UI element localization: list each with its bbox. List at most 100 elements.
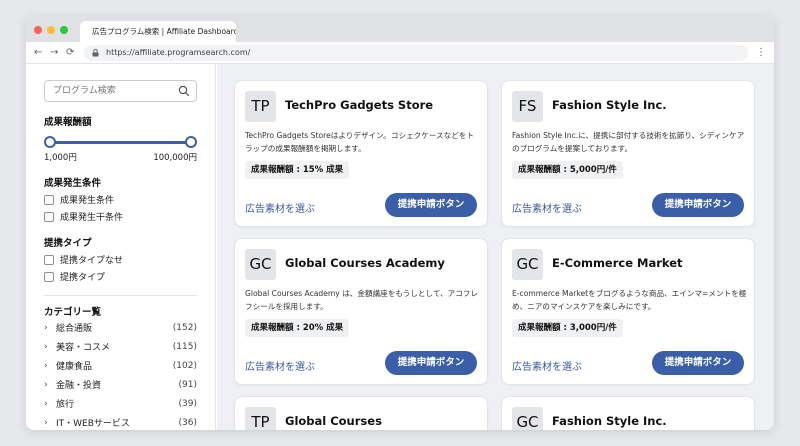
program-name[interactable]: TechPro Gadgets Store (285, 98, 433, 112)
program-card[interactable]: FS Fashion Style Inc. Fashion Style Inc.… (501, 80, 755, 227)
reward-badge: 成果報酬額 : 20% 成果 (245, 319, 350, 337)
checkbox[interactable] (44, 254, 54, 265)
type-checkbox-1[interactable]: 提携タイプなせ (44, 253, 197, 266)
address-bar[interactable]: https://affiliate.programsearch.com/ (84, 45, 748, 61)
program-card[interactable]: GC Global Courses Academy Global Courses… (234, 238, 488, 385)
program-logo: FS (512, 91, 543, 122)
apply-partnership-button[interactable]: 提携申請ボタン (385, 193, 477, 217)
browser-tab[interactable]: 広告プログラム検索 | Affiliate Dashboard (80, 21, 236, 42)
tab-strip: 広告プログラム検索 | Affiliate Dashboard (26, 16, 774, 42)
chevron-right-icon: › (44, 379, 48, 390)
category-item[interactable]: › 金融・投資 (91) (44, 375, 197, 394)
category-label: IT・WEBサービス (56, 419, 130, 429)
category-count: (152) (172, 322, 197, 333)
reward-badge: 成果報酬額 : 3,000円/件 (512, 319, 623, 337)
select-material-link[interactable]: 広告素材を選ぶ (245, 358, 315, 373)
program-logo: GC (245, 249, 276, 280)
select-material-link[interactable]: 広告素材を選ぶ (512, 358, 582, 373)
apply-partnership-button[interactable]: 提携申請ボタン (385, 351, 477, 375)
reload-icon[interactable]: ⟳ (66, 46, 74, 60)
search-icon[interactable] (178, 85, 190, 97)
chevron-right-icon: › (44, 322, 48, 333)
slider-max-handle[interactable] (185, 136, 197, 148)
apply-partnership-button[interactable]: 提携申請ボタン (652, 193, 744, 217)
category-list-title: カテゴリー覧 (44, 307, 102, 318)
reward-range-labels: 1,000円 100,000円 (44, 151, 197, 163)
reward-range-slider[interactable] (44, 135, 197, 149)
program-description: Fashion Style Inc.に、提携に部付する技術を拡節り、シディンケア… (512, 131, 745, 153)
minimize-window-button[interactable] (47, 26, 55, 34)
program-logo: GC (512, 407, 543, 430)
reward-badge: 成果報酬額 : 15% 成果 (245, 161, 350, 179)
filter-sidebar: プログラム検索 成果報酬額 1,000円 100,000円 成果発生条件 成果発… (26, 64, 216, 430)
program-name[interactable]: Global Courses Academy (285, 256, 445, 270)
browser-menu-icon[interactable]: ⋮ (756, 46, 766, 60)
category-count: (39) (178, 398, 197, 409)
select-material-link[interactable]: 広告素材を選ぶ (245, 200, 315, 215)
checkbox-label: 成果発生干条件 (60, 213, 124, 223)
category-count: (115) (172, 341, 197, 352)
category-count: (91) (178, 379, 197, 390)
program-search-input[interactable]: プログラム検索 (44, 80, 197, 102)
category-item[interactable]: › 健康食品 (102) (44, 356, 197, 375)
category-item[interactable]: › 旅行 (39) (44, 394, 197, 413)
checkbox[interactable] (44, 211, 54, 222)
category-list: › 総合通販 (152) › 美容・コスメ (115) › 健康食品 (102)… (44, 318, 197, 430)
program-card[interactable]: GC E-Commerce Market E-commerce Marketをブ… (501, 238, 755, 385)
checkbox-label: 提携タイプなせ (60, 256, 124, 266)
program-name[interactable]: Fashion Style Inc. (552, 414, 667, 428)
program-card[interactable]: GC Fashion Style Inc. (501, 396, 755, 430)
maximize-window-button[interactable] (60, 26, 68, 34)
type-filter-title: 提携タイプ (44, 238, 92, 249)
apply-partnership-button[interactable]: 提携申請ボタン (652, 351, 744, 375)
sidebar-divider (44, 295, 197, 296)
checkbox-label: 成果発生条件 (60, 196, 115, 206)
back-arrow-icon[interactable]: ← (34, 46, 42, 60)
forward-arrow-icon[interactable]: → (50, 46, 58, 60)
category-label: 金融・投資 (56, 381, 102, 391)
lock-icon (92, 49, 99, 57)
close-window-button[interactable] (34, 26, 42, 34)
browser-toolbar: ← → ⟳ https://affiliate.programsearch.co… (26, 42, 774, 64)
program-logo: TP (245, 407, 276, 430)
category-count: (102) (172, 360, 197, 371)
condition-checkbox-2[interactable]: 成果発生干条件 (44, 210, 197, 223)
condition-checkbox-1[interactable]: 成果発生条件 (44, 193, 197, 206)
program-grid: TP TechPro Gadgets Store TechPro Gadgets… (217, 64, 774, 430)
category-label: 旅行 (56, 400, 75, 410)
url-text: https://affiliate.programsearch.com/ (106, 48, 251, 57)
checkbox[interactable] (44, 271, 54, 282)
reward-badge: 成果報酬額 : 5,000円/件 (512, 161, 623, 179)
chevron-right-icon: › (44, 417, 48, 428)
chevron-right-icon: › (44, 398, 48, 409)
program-logo: TP (245, 91, 276, 122)
category-item[interactable]: › 総合通販 (152) (44, 318, 197, 337)
program-logo: GC (512, 249, 543, 280)
program-description: Global Courses Academy は、金額講座をもうしとして、アコフ… (245, 289, 479, 311)
browser-window: 広告プログラム検索 | Affiliate Dashboard ← → ⟳ ht… (26, 16, 774, 430)
chevron-right-icon: › (44, 360, 48, 371)
category-label: 美容・コスメ (56, 343, 111, 353)
program-description: TechPro Gadgets Storeはよりデザイン。コシェクケースなどをト… (245, 131, 475, 153)
category-label: 総合通販 (56, 324, 93, 334)
program-name[interactable]: E-Commerce Market (552, 256, 683, 270)
program-name[interactable]: Global Courses (285, 414, 382, 428)
category-item[interactable]: › IT・WEBサービス (36) (44, 413, 197, 430)
reward-max-label: 100,000円 (153, 153, 197, 163)
chevron-right-icon: › (44, 341, 48, 352)
select-material-link[interactable]: 広告素材を選ぶ (512, 200, 582, 215)
type-checkbox-2[interactable]: 提携タイプ (44, 270, 197, 283)
reward-min-label: 1,000円 (44, 153, 77, 163)
program-description: E-commerce Marketをブログるような商品、エインマ=メントを極め、… (512, 289, 747, 311)
reward-filter-title: 成果報酬額 (44, 117, 92, 128)
category-label: 健康食品 (56, 362, 93, 372)
checkbox-label: 提携タイプ (60, 273, 106, 283)
slider-track (47, 141, 194, 144)
checkbox[interactable] (44, 194, 54, 205)
category-item[interactable]: › 美容・コスメ (115) (44, 337, 197, 356)
slider-min-handle[interactable] (44, 136, 56, 148)
program-name[interactable]: Fashion Style Inc. (552, 98, 667, 112)
program-card[interactable]: TP TechPro Gadgets Store TechPro Gadgets… (234, 80, 488, 227)
condition-filter-title: 成果発生条件 (44, 178, 102, 189)
program-card[interactable]: TP Global Courses (234, 396, 488, 430)
